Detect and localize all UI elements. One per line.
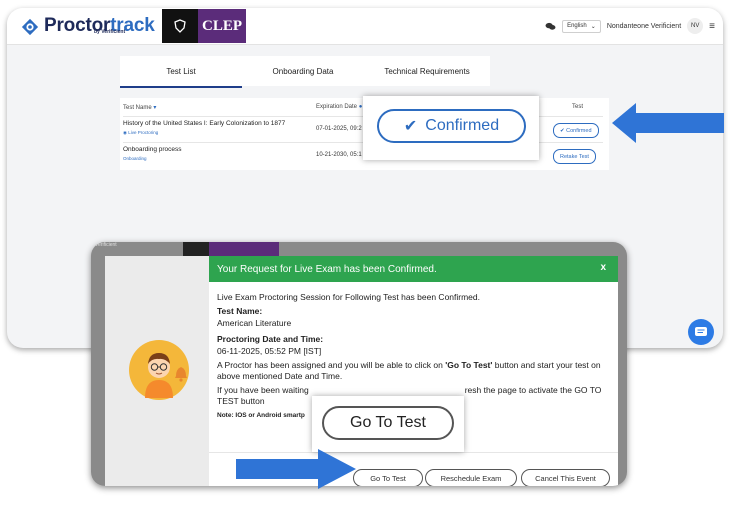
chat-widget-button[interactable] <box>688 319 714 345</box>
language-value: English <box>567 23 587 29</box>
check-icon: ✔ <box>403 118 418 135</box>
eye-logo-icon <box>21 18 39 36</box>
proctoring-type: ◉ Live Proctoring <box>123 130 159 135</box>
confirmed-zoom-callout: ✔ Confirmed <box>363 96 539 160</box>
eye-small-icon: ◉ <box>123 130 127 135</box>
date-label: Proctoring Date and Time: <box>217 334 324 344</box>
proctoring-type: Onboarding <box>123 156 147 161</box>
modal-title: Your Request for Live Exam has been Conf… <box>217 263 437 275</box>
tab-technical-requirements[interactable]: Technical Requirements <box>364 56 490 86</box>
top-header: Proctortrack by Verificient CLEP English… <box>7 8 723 45</box>
proctortrack-logo[interactable]: Proctortrack <box>21 15 155 39</box>
tab-test-list[interactable]: Test List <box>120 56 242 88</box>
test-name-label: Test Name: <box>217 306 263 316</box>
user-avatar[interactable]: NV <box>687 18 704 34</box>
arrow-right-icon <box>236 449 356 489</box>
modal-header: Your Request for Live Exam has been Conf… <box>209 256 618 282</box>
header-right: English ⌄ Nondanteone Verificient NV ≡ <box>545 18 715 34</box>
cancel-event-button[interactable]: Cancel This Event <box>521 469 610 486</box>
chevron-down-icon: ⌄ <box>590 23 596 30</box>
arrow-left-icon <box>612 103 724 143</box>
test-name-cell: History of the United States I: Early Co… <box>123 120 286 135</box>
tab-bar: Test List Onboarding Data Technical Requ… <box>120 56 490 88</box>
retake-test-button[interactable]: Retake Test <box>553 149 596 164</box>
shield-icon <box>162 9 198 43</box>
test-name-value: American Literature <box>217 318 292 328</box>
reschedule-exam-button[interactable]: Reschedule Exam <box>425 469 517 486</box>
user-name: Nondanteone Verificient <box>606 22 682 30</box>
col-header-test: Test <box>572 104 584 110</box>
close-icon[interactable]: x <box>600 262 606 273</box>
check-icon: ✔ <box>560 127 565 134</box>
peek-brand-sub: Verificient <box>95 242 117 248</box>
clep-logo: CLEP <box>198 9 246 43</box>
expiration-cell: 07-01-2025, 09:2 <box>316 126 362 132</box>
peek-shield-block <box>183 242 209 256</box>
language-select[interactable]: English ⌄ <box>562 19 601 33</box>
chat-bubbles-icon[interactable] <box>545 22 556 31</box>
tab-onboarding-data[interactable]: Onboarding Data <box>242 56 364 86</box>
go-to-test-button-zoomed[interactable]: Go To Test <box>322 406 454 440</box>
col-header-expiration[interactable]: Expiration Date ● <box>316 104 362 110</box>
sort-down-icon: ▾ <box>153 105 157 111</box>
confirmed-button-zoomed[interactable]: ✔ Confirmed <box>377 109 526 143</box>
go-to-test-button[interactable]: Go To Test <box>353 469 423 486</box>
go-to-test-zoom-callout: Go To Test <box>312 396 464 452</box>
bell-icon <box>175 367 187 382</box>
sort-icon: ● <box>358 104 363 110</box>
confirmed-button[interactable]: ✔ Confirmed <box>553 123 599 138</box>
col-header-test-name[interactable]: Test Name ▾ <box>123 104 156 111</box>
date-value: 06-11-2025, 05:52 PM [IST] <box>217 346 322 356</box>
hamburger-menu-icon[interactable]: ≡ <box>709 21 715 32</box>
modal-intro: Live Exam Proctoring Session for Followi… <box>217 292 480 302</box>
test-name-cell: Onboarding process Onboarding <box>123 146 182 161</box>
modal-illustration-panel <box>105 256 209 486</box>
expiration-cell: 10-21-2030, 05:1 <box>316 152 362 158</box>
assigned-message: A Proctor has been assigned and you will… <box>217 360 601 381</box>
message-icon <box>695 327 707 336</box>
brand-subtitle: by Verificient <box>94 29 126 35</box>
peek-clep-block <box>209 242 279 256</box>
